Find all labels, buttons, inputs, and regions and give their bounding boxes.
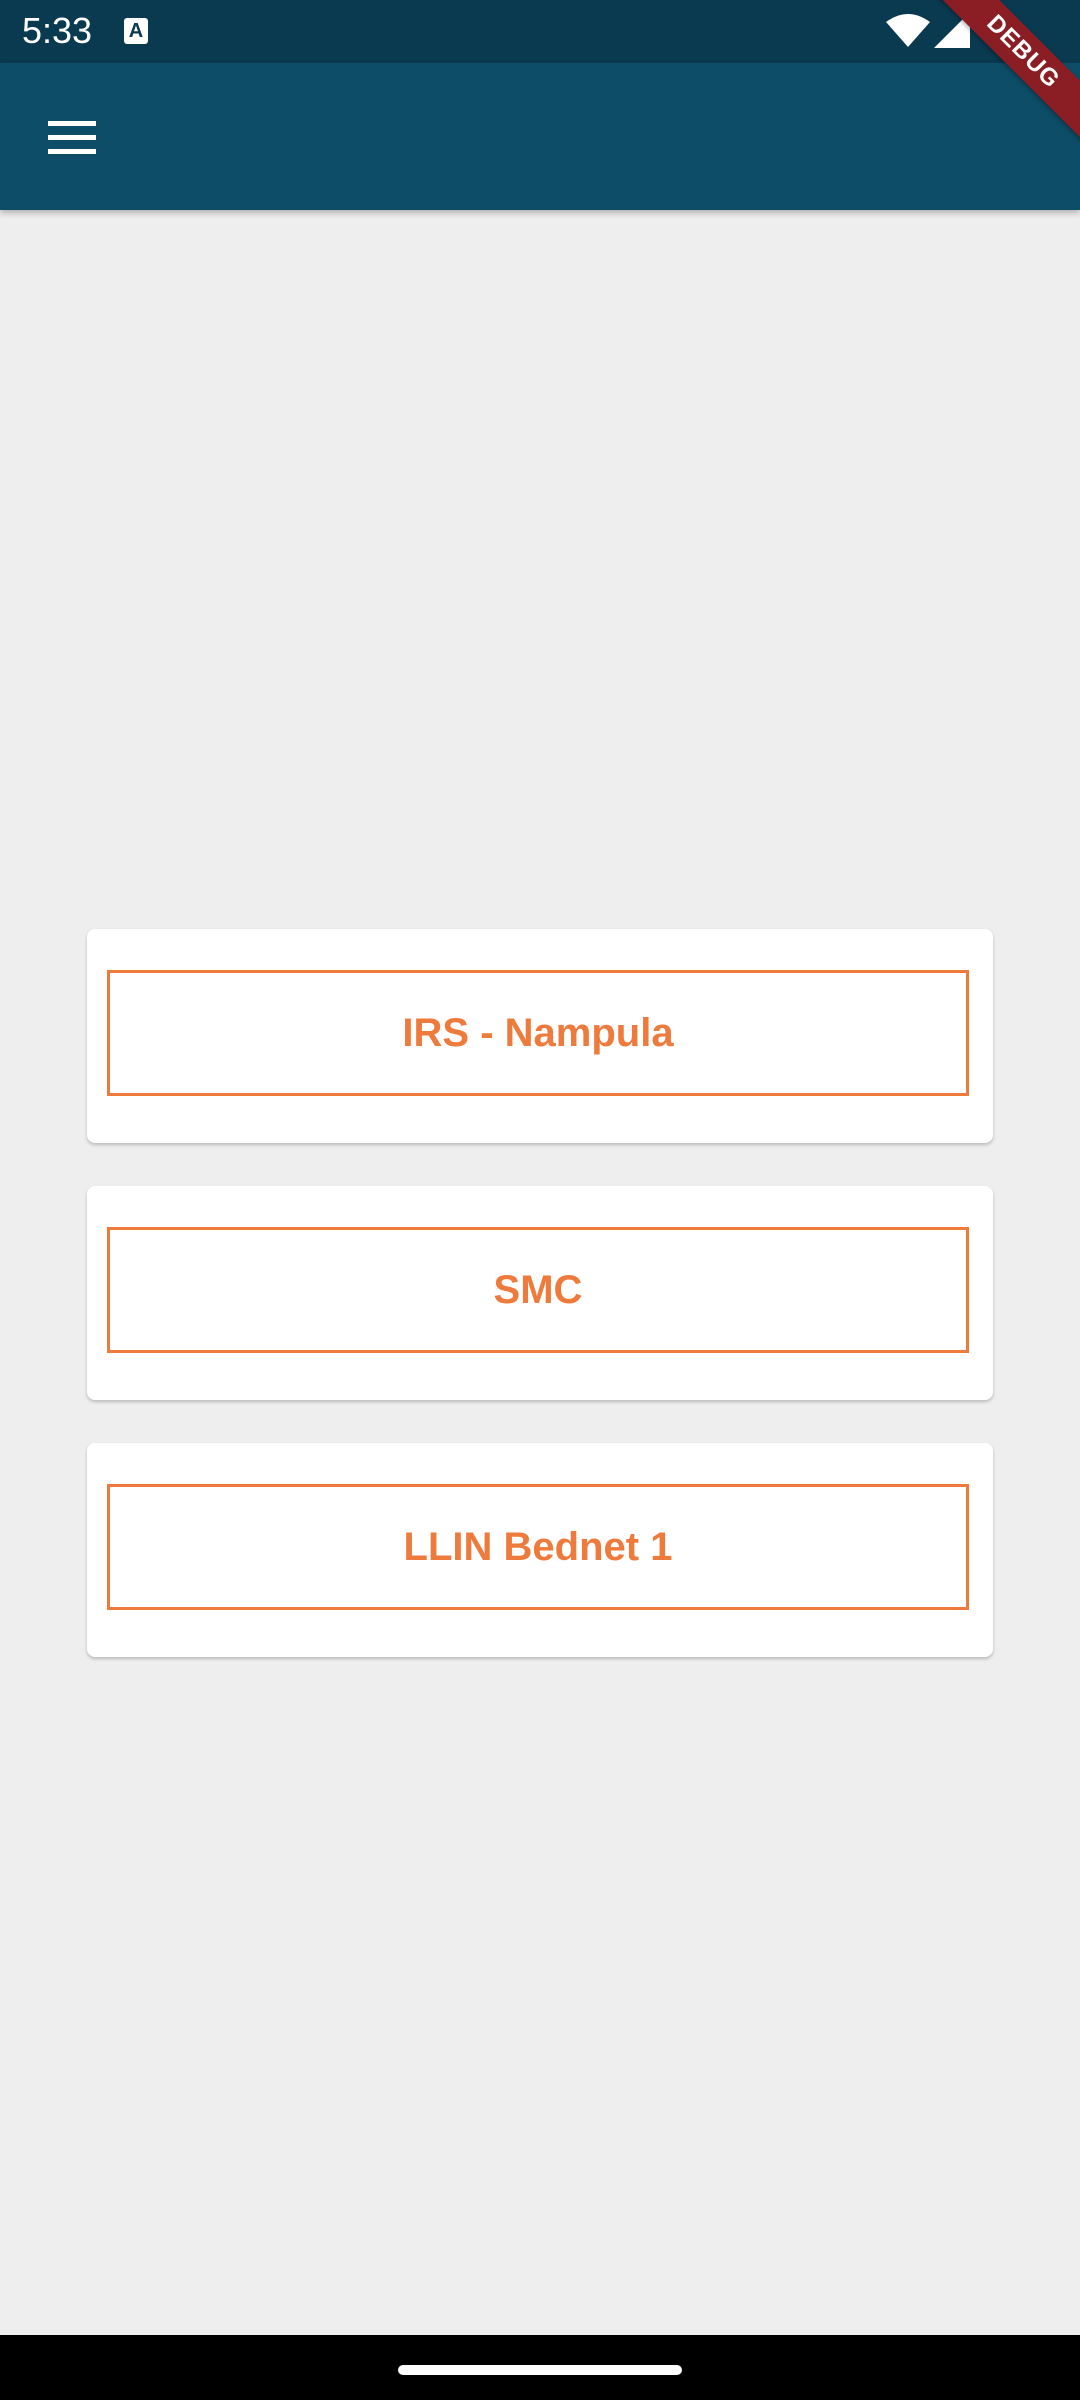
- menu-card-smc: SMC: [87, 1186, 993, 1400]
- a-keyboard-icon: A: [124, 18, 148, 44]
- llin-bednet-button[interactable]: LLIN Bednet 1: [107, 1484, 969, 1610]
- status-time: 5:33: [22, 10, 93, 51]
- system-navigation-bar: [0, 2335, 1080, 2400]
- menu-card-llin: LLIN Bednet 1: [87, 1443, 993, 1657]
- main-content: IRS - Nampula SMC LLIN Bednet 1: [0, 210, 1080, 2335]
- home-gesture-handle[interactable]: [398, 2365, 682, 2375]
- smc-button[interactable]: SMC: [107, 1227, 969, 1353]
- irs-nampula-button[interactable]: IRS - Nampula: [107, 970, 969, 1096]
- status-bar: 5:33 A: [0, 0, 1080, 63]
- app-bar: [0, 63, 1080, 210]
- menu-button[interactable]: [24, 101, 120, 173]
- wifi-icon: [886, 14, 930, 47]
- menu-card-irs: IRS - Nampula: [87, 929, 993, 1143]
- app-screen: 5:33 A DEBUG IRS - Nampula SMC LLIN Bedn…: [0, 0, 1080, 2400]
- hamburger-menu-icon: [48, 121, 96, 155]
